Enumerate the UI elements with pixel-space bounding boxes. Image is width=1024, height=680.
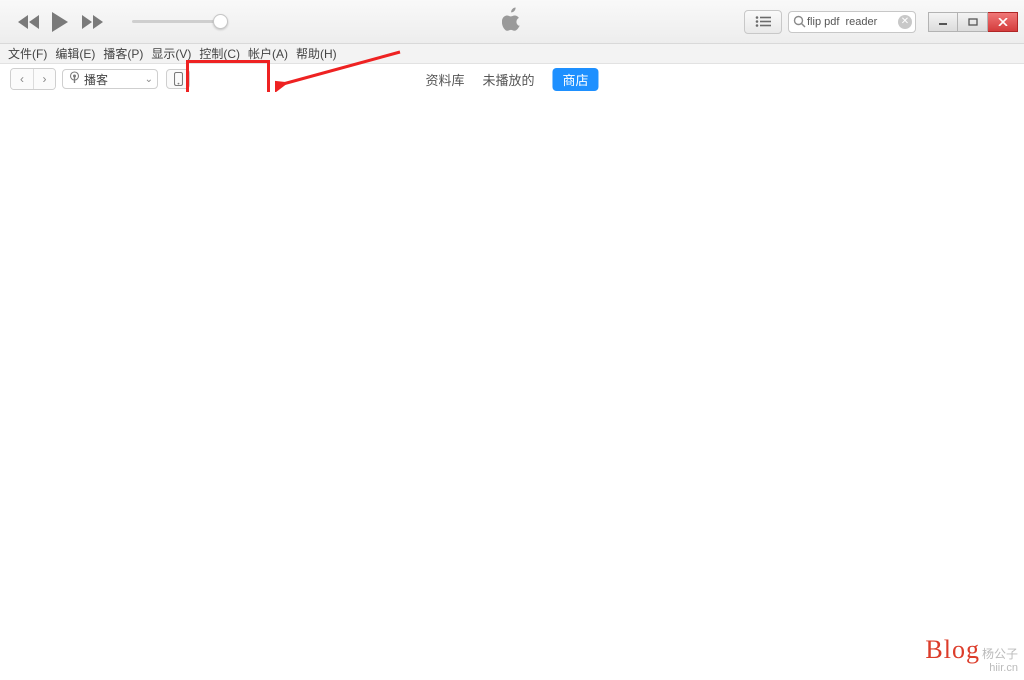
maximize-button[interactable] (958, 12, 988, 32)
podcast-icon (69, 71, 80, 87)
search-field[interactable]: ✕ (788, 11, 916, 33)
watermark: Blog杨公子 hiir.cn (925, 637, 1018, 674)
close-button[interactable] (988, 12, 1018, 32)
search-icon (793, 15, 806, 33)
device-button[interactable] (166, 69, 190, 89)
watermark-sub: 杨公子 (982, 647, 1018, 661)
play-button[interactable] (52, 12, 70, 32)
watermark-brand: Blog (925, 635, 980, 664)
menu-account[interactable]: 帐户(A) (248, 45, 288, 62)
phone-icon (174, 72, 183, 86)
menu-help[interactable]: 帮助(H) (296, 45, 337, 62)
playback-toolbar: ✕ (0, 0, 1024, 44)
chevron-updown-icon: ⌄ (145, 74, 153, 85)
apple-logo-icon (502, 7, 522, 36)
search-input[interactable] (807, 16, 897, 28)
watermark-url: hiir.cn (925, 663, 1018, 674)
tab-library[interactable]: 资料库 (425, 70, 464, 89)
volume-thumb[interactable] (213, 14, 228, 29)
menu-control[interactable]: 控制(C) (199, 45, 240, 62)
tab-store[interactable]: 商店 (553, 68, 599, 91)
nav-forward-button[interactable]: › (33, 69, 55, 89)
toolbar-right: ✕ (744, 0, 1024, 43)
nav-row: ‹ › 播客 ⌄ 资料库 未播放的 商店 (0, 64, 1024, 92)
list-view-button[interactable] (744, 10, 782, 34)
menu-view[interactable]: 显示(V) (151, 45, 191, 62)
playback-controls (18, 12, 104, 32)
menu-file[interactable]: 文件(F) (8, 45, 47, 62)
previous-button[interactable] (18, 15, 40, 29)
source-label: 播客 (84, 71, 108, 88)
minimize-button[interactable] (928, 12, 958, 32)
content-area (0, 92, 1024, 680)
window-controls (928, 12, 1018, 32)
next-button[interactable] (82, 15, 104, 29)
source-selector[interactable]: 播客 ⌄ (62, 69, 158, 89)
search-clear-icon[interactable]: ✕ (898, 15, 912, 29)
menu-podcast[interactable]: 播客(P) (103, 45, 143, 62)
volume-slider[interactable] (132, 20, 222, 23)
nav-back-button[interactable]: ‹ (11, 69, 33, 89)
section-tabs: 资料库 未播放的 商店 (425, 68, 598, 91)
menu-bar: 文件(F) 编辑(E) 播客(P) 显示(V) 控制(C) 帐户(A) 帮助(H… (0, 44, 1024, 64)
menu-edit[interactable]: 编辑(E) (55, 45, 95, 62)
tab-unplayed[interactable]: 未播放的 (482, 70, 534, 89)
nav-history: ‹ › (10, 68, 56, 90)
